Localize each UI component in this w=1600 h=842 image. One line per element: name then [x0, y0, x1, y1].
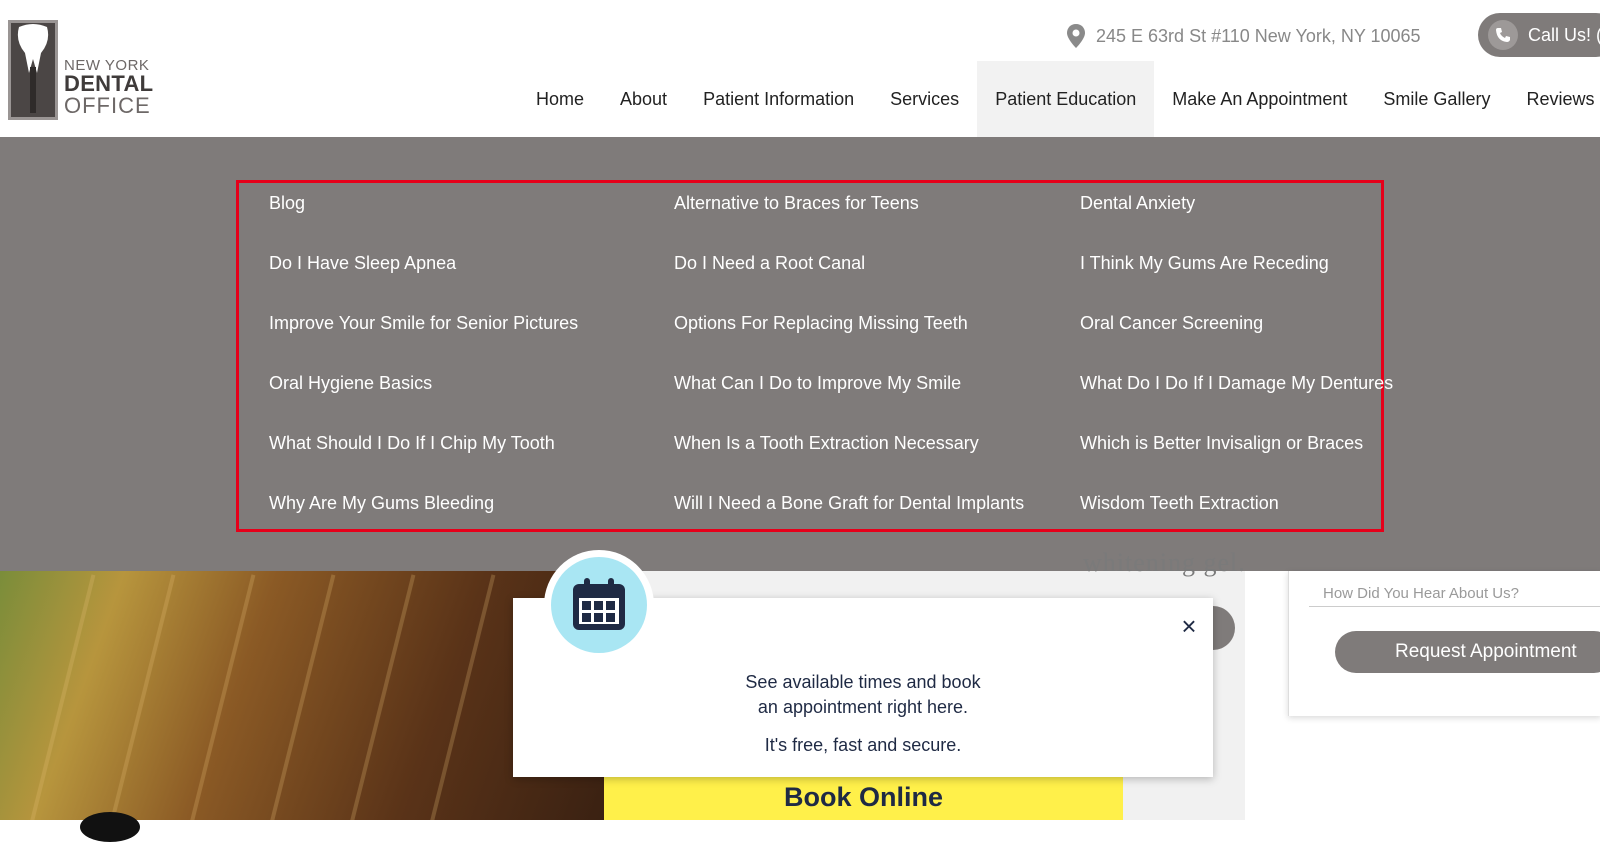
logo-text: NEW YORK DENTAL OFFICE — [64, 58, 153, 117]
building-tooth-icon — [8, 20, 58, 120]
menu-item-wisdom-teeth[interactable]: Wisdom Teeth Extraction — [1080, 493, 1279, 514]
popup-line-1: See available times and book — [745, 672, 981, 692]
logo-line-3: OFFICE — [64, 93, 151, 118]
menu-item-chip-tooth[interactable]: What Should I Do If I Chip My Tooth — [269, 433, 555, 454]
nav-services[interactable]: Services — [872, 61, 977, 137]
book-online-button[interactable]: Book Online — [604, 774, 1123, 820]
calendar-icon — [573, 578, 625, 630]
call-us-button[interactable]: Call Us! ( — [1478, 13, 1600, 57]
nav-make-an-appointment[interactable]: Make An Appointment — [1154, 61, 1365, 137]
menu-item-oral-cancer[interactable]: Oral Cancer Screening — [1080, 313, 1263, 334]
menu-item-damage-dentures[interactable]: What Do I Do If I Damage My Dentures — [1080, 373, 1393, 394]
menu-item-root-canal[interactable]: Do I Need a Root Canal — [674, 253, 865, 274]
close-icon[interactable]: × — [1177, 613, 1201, 639]
appointment-form: How Did You Hear About Us? Request Appoi… — [1288, 571, 1600, 716]
nav-home[interactable]: Home — [518, 61, 602, 137]
map-pin-icon — [1067, 24, 1085, 48]
site-header: NEW YORK DENTAL OFFICE 245 E 63rd St #11… — [0, 0, 1600, 137]
hero-partial-text: whitening gel. — [1083, 548, 1246, 577]
nav-about[interactable]: About — [602, 61, 685, 137]
nav-patient-information[interactable]: Patient Information — [685, 61, 872, 137]
menu-item-improve-smile[interactable]: What Can I Do to Improve My Smile — [674, 373, 961, 394]
menu-item-tooth-extraction[interactable]: When Is a Tooth Extraction Necessary — [674, 433, 979, 454]
phone-icon — [1488, 20, 1518, 50]
menu-item-missing-teeth[interactable]: Options For Replacing Missing Teeth — [674, 313, 968, 334]
address[interactable]: 245 E 63rd St #110 New York, NY 10065 — [1066, 22, 1421, 50]
menu-item-bone-graft[interactable]: Will I Need a Bone Graft for Dental Impl… — [674, 493, 1024, 514]
how-did-you-hear-input[interactable]: How Did You Hear About Us? — [1309, 571, 1600, 607]
menu-item-gums-receding[interactable]: I Think My Gums Are Receding — [1080, 253, 1329, 274]
patient-education-dropdown: Blog Do I Have Sleep Apnea Improve Your … — [0, 137, 1600, 571]
dark-circle — [80, 812, 140, 842]
logo-line-2: DENTAL — [64, 71, 154, 96]
menu-item-senior-pictures[interactable]: Improve Your Smile for Senior Pictures — [269, 313, 578, 334]
main-nav: Home About Patient Information Services … — [518, 61, 1600, 137]
menu-item-dental-anxiety[interactable]: Dental Anxiety — [1080, 193, 1195, 214]
popup-line-3: It's free, fast and secure. — [764, 735, 962, 755]
menu-item-oral-hygiene[interactable]: Oral Hygiene Basics — [269, 373, 432, 394]
calendar-badge — [544, 550, 654, 660]
menu-item-invisalign-braces[interactable]: Which is Better Invisalign or Braces — [1080, 433, 1363, 454]
menu-item-gums-bleeding[interactable]: Why Are My Gums Bleeding — [269, 493, 494, 514]
menu-item-blog[interactable]: Blog — [269, 193, 305, 214]
menu-item-braces-teens[interactable]: Alternative to Braces for Teens — [674, 193, 919, 214]
highlight-box: Blog Do I Have Sleep Apnea Improve Your … — [236, 180, 1393, 532]
logo[interactable]: NEW YORK DENTAL OFFICE — [8, 20, 153, 120]
address-text: 245 E 63rd St #110 New York, NY 10065 — [1096, 25, 1421, 46]
call-us-label: Call Us! ( — [1528, 24, 1600, 45]
nav-smile-gallery[interactable]: Smile Gallery — [1365, 61, 1508, 137]
menu-item-sleep-apnea[interactable]: Do I Have Sleep Apnea — [269, 253, 456, 274]
nav-patient-education[interactable]: Patient Education — [977, 61, 1155, 137]
popup-line-2: an appointment right here. — [757, 697, 969, 717]
nav-reviews[interactable]: Reviews — [1508, 61, 1600, 137]
request-appointment-button[interactable]: Request Appointment — [1335, 631, 1600, 673]
